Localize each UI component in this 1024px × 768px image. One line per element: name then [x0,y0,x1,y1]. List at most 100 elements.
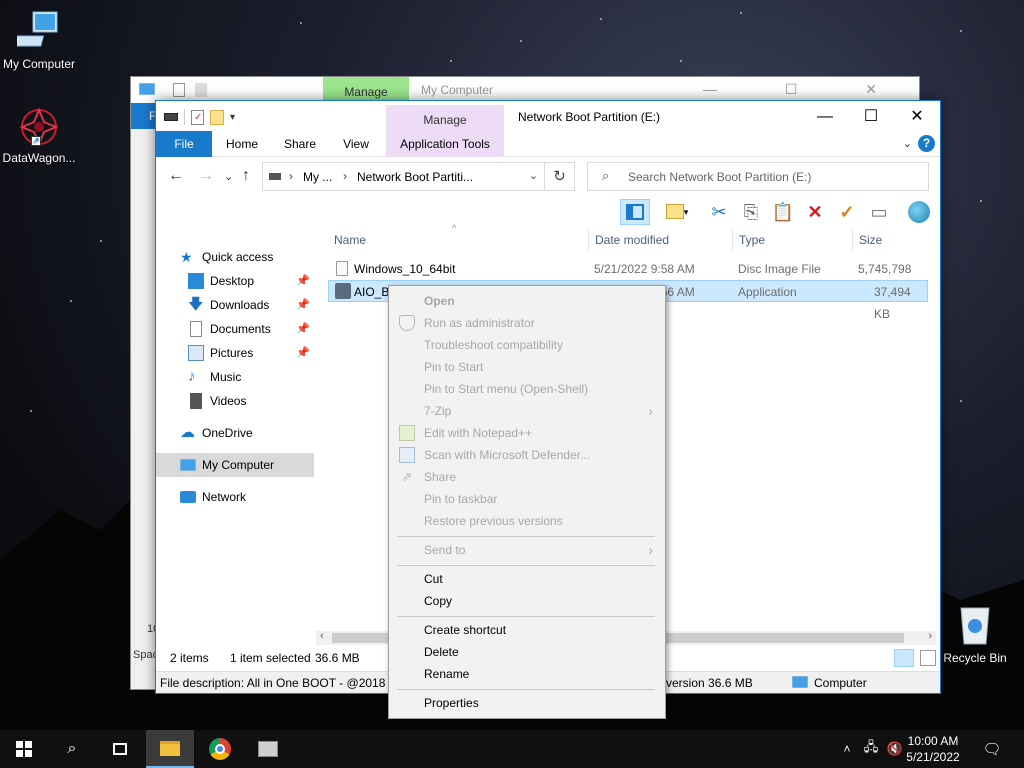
nav-documents[interactable]: Documents 📌 [156,317,314,341]
address-bar[interactable]: › My ... › Network Boot Partiti... ⌄ [262,162,545,191]
search-input[interactable]: ⌕ Search Network Boot Partition (E:) [587,162,929,191]
task-view-icon[interactable] [96,730,144,768]
menu-item-delete[interactable]: Delete [391,641,663,663]
details-view-icon[interactable] [894,649,914,667]
scroll-left-icon[interactable]: ‹ [320,630,324,642]
qa-dropdown-icon[interactable]: ▾ [230,112,235,123]
menu-item-pin-to-start-menu[interactable]: Pin to Start menu (Open-Shell) [391,378,663,400]
expand-ribbon-icon[interactable]: ⌄ [903,137,912,150]
window-title: My Computer [421,83,494,97]
file-tab[interactable]: F [131,103,157,129]
nav-desktop[interactable]: Desktop 📌 [156,269,314,293]
menu-item-properties[interactable]: Properties [391,692,663,714]
preview-pane-icon[interactable] [620,199,650,225]
shortcut-arrow-icon: ↗ [31,136,41,146]
show-hidden-icons-icon[interactable]: ˄ [836,730,858,768]
music-icon: ♪ [188,368,196,385]
computer-icon [792,676,808,688]
manage-tab[interactable]: Manage [386,113,504,127]
cut-icon[interactable]: ✂ [706,199,732,225]
recent-locations-button[interactable]: ⌄ [224,170,233,183]
pin-icon[interactable]: 📌 [296,293,310,317]
nav-pictures[interactable]: Pictures 📌 [156,341,314,365]
column-size[interactable]: Size [859,233,882,247]
star-icon: ★ [180,249,193,265]
column-type[interactable]: Type [739,233,765,247]
file-explorer-icon[interactable] [146,730,194,768]
tab-share[interactable]: Share [278,131,322,157]
large-icons-view-icon[interactable] [920,650,936,666]
application-icon [335,283,351,299]
window-controls[interactable]: — ☐ ✕ [703,81,909,98]
app-icon[interactable] [244,730,292,768]
menu-item-run-as-administrator[interactable]: Run as administrator [391,312,663,334]
file-version: version 36.6 MB [666,676,753,690]
menu-item-7zip[interactable]: 7-Zip › [391,400,663,422]
rename-icon[interactable]: ▭ [866,199,892,225]
breadcrumb-my-computer[interactable]: My ... [303,170,332,184]
copy-icon[interactable]: ⎘ [738,199,764,225]
chrome-icon[interactable] [196,730,244,768]
desktop-icon-recycle-bin[interactable]: Recycle Bin [936,600,1014,665]
network-status-icon[interactable]: 🖧 [860,730,882,768]
window-title: Network Boot Partition (E:) [518,110,661,124]
pin-icon[interactable]: 📌 [296,341,310,365]
menu-item-cut[interactable]: Cut [391,568,663,590]
minimize-button[interactable]: — [802,101,848,133]
tab-view[interactable]: View [336,131,376,157]
nav-onedrive[interactable]: ☁ OneDrive [156,421,314,445]
file-name: Windows_10_64bit [354,262,456,276]
nav-my-computer[interactable]: My Computer [156,453,314,477]
nav-music[interactable]: ♪ Music [156,365,314,389]
select-all-icon[interactable]: ✓ [834,199,860,225]
menu-item-edit-with-notepad[interactable]: Edit with Notepad++ [391,422,663,444]
properties-icon[interactable]: ✓ [191,109,204,125]
back-button[interactable]: ← [168,167,184,185]
nav-quick-access[interactable]: ★ Quick access [156,245,314,269]
breadcrumb-network-boot-partition[interactable]: Network Boot Partiti... [357,170,473,184]
up-button[interactable]: ↑ [242,167,250,185]
notifications-icon[interactable]: 🗨 [968,730,1016,768]
column-name[interactable]: Name [334,233,366,247]
nav-downloads[interactable]: 🡇 Downloads 📌 [156,293,314,317]
column-date-modified[interactable]: Date modified [595,233,669,247]
menu-item-open[interactable]: Open [391,290,663,312]
monitor-icon [139,83,155,95]
nav-videos[interactable]: Videos [156,389,314,413]
new-folder-icon[interactable]: ▾ [660,199,694,225]
pin-icon[interactable]: 📌 [296,317,310,341]
menu-item-pin-to-start[interactable]: Pin to Start [391,356,663,378]
file-row[interactable]: Windows_10_64bit 5/21/2022 9:58 AM Disc … [328,258,928,298]
tab-application-tools[interactable]: Application Tools [386,131,504,157]
start-button[interactable] [0,730,48,768]
search-icon[interactable]: ⌕ [48,730,96,768]
close-button[interactable]: ✕ [894,101,940,133]
address-dropdown-icon[interactable]: ⌄ [529,169,538,182]
paste-icon[interactable]: 📋 [770,199,796,225]
menu-item-send-to[interactable]: Send to › [391,539,663,561]
open-shell-icon[interactable] [906,199,932,225]
menu-item-create-shortcut[interactable]: Create shortcut [391,619,663,641]
delete-icon[interactable]: ✕ [802,199,828,225]
breadcrumb-separator-icon: › [343,169,347,183]
menu-item-scan-with-defender[interactable]: Scan with Microsoft Defender... [391,444,663,466]
nav-network[interactable]: Network [156,485,314,509]
help-icon[interactable]: ? [918,135,935,152]
menu-item-troubleshoot-compatibility[interactable]: Troubleshoot compatibility [391,334,663,356]
system-clock[interactable]: 10:00 AM 5/21/2022 [898,733,968,765]
menu-item-copy[interactable]: Copy [391,590,663,612]
menu-item-rename[interactable]: Rename [391,663,663,685]
tab-file[interactable]: File [156,131,212,157]
new-folder-icon[interactable] [210,109,224,125]
pin-icon[interactable]: 📌 [296,269,310,293]
desktop-icon-my-computer[interactable]: My Computer [0,8,78,71]
desktop-icon-datawagon[interactable]: ↗ DataWagon... [0,106,78,165]
refresh-button[interactable]: ↻ [545,162,575,191]
menu-item-share[interactable]: ⇗ Share [391,466,663,488]
scroll-right-icon[interactable]: › [928,630,932,642]
menu-item-pin-to-taskbar[interactable]: Pin to taskbar [391,488,663,510]
tab-home[interactable]: Home [220,131,264,157]
forward-button[interactable]: → [198,167,214,185]
maximize-button[interactable]: ☐ [848,101,894,133]
menu-item-restore-previous-versions[interactable]: Restore previous versions [391,510,663,532]
